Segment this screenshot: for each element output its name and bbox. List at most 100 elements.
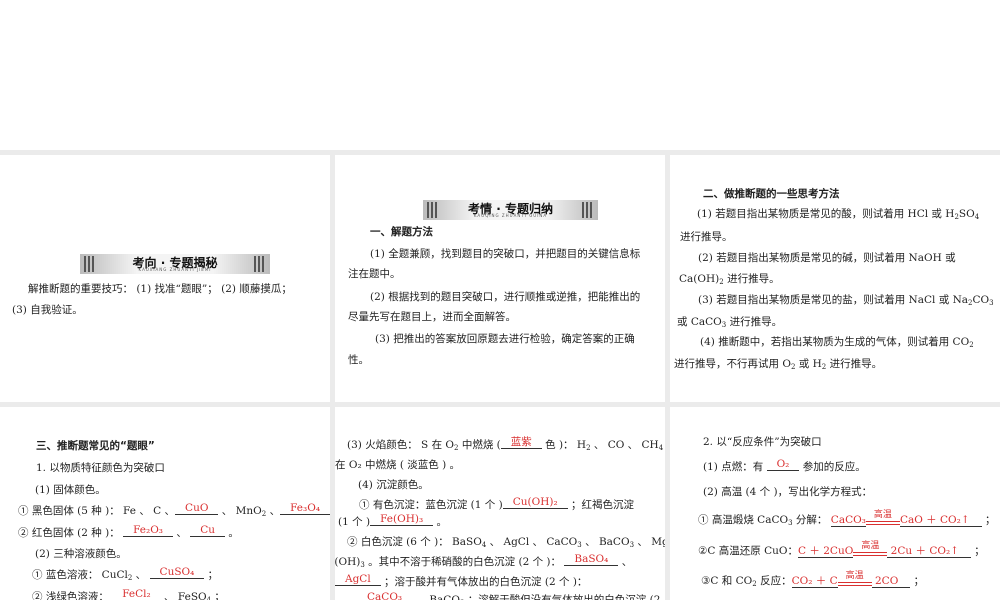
text-line: (1) 全题兼顾，找到题目的突破口，并把题目的关键信息标 — [370, 247, 640, 261]
section-heading: 一、解题方法 — [370, 225, 433, 239]
text-segment: 参加的反应。 — [799, 461, 866, 473]
text-line: ② 红色固体 (2 种 )： Fe₂O₃ 、 Cu 。 — [18, 524, 239, 540]
text-line: ① 蓝色溶液： CuCl2 、 CuSO₄ ； — [32, 566, 219, 585]
text-segment: 三、推断题常见的“题眼” — [36, 440, 155, 452]
slide-panel-4[interactable]: 三、推断题常见的“题眼” 1. 以物质特征颜色为突破口 (1) 固体颜色。 ① … — [0, 407, 330, 600]
text-line: AgCl ；溶于酸并有气体放出的白色沉淀 (2 个 )： — [335, 573, 588, 589]
reaction-condition: 高温 — [866, 511, 900, 525]
text-line: 解推断题的重要技巧： (1) 找准“题眼”； (2) 顺藤摸瓜； — [28, 282, 292, 296]
text-segment: 进行推导。 — [826, 358, 883, 370]
text-segment: 性。 — [348, 354, 369, 366]
text-line: 或 CaCO3 进行推导。 — [677, 315, 782, 332]
text-segment: ③C 和 CO — [701, 575, 753, 587]
subscript: 3 — [989, 299, 994, 307]
text-segment: (3) 把推出的答案放回原题去进行检验，确定答案的正确 — [375, 333, 635, 345]
section-heading: 三、推断题常见的“题眼” — [36, 439, 155, 453]
text-segment: (1) 点燃：有 — [703, 461, 767, 473]
text-segment: 反应： — [756, 575, 792, 587]
text-line: 性。 — [348, 353, 369, 367]
text-segment: ； — [204, 569, 219, 581]
text-segment: ① 高温煅烧 CaCO — [698, 514, 789, 526]
answer-fill: Fe(OH)₃ — [370, 513, 434, 526]
text-segment: (1) 全题兼顾，找到题目的突破口，并把题目的关键信息标 — [370, 248, 641, 260]
text-segment: (2) 高温 (4 个 )，写出化学方程式： — [703, 486, 873, 498]
text-segment: 。 — [433, 516, 447, 528]
answer-fill: Cu(OH)₂ — [502, 496, 568, 509]
section-banner: 考情 · 专题归纳 KAOQING ZHUANTI GUINA — [423, 200, 598, 220]
text-segment: CO — [972, 294, 990, 306]
answer-fill: Fe₂O₃ — [123, 524, 174, 537]
text-line: 1. 以物质特征颜色为突破口 — [36, 461, 165, 475]
text-segment: (2) 若题目指出某物质是常见的碱，则试着用 NaOH 或 — [698, 252, 956, 264]
text-line: 进行推导，不行再试用 O2 或 H2 进行推导。 — [674, 357, 882, 374]
slide-panel-3[interactable]: 二、做推断题的一些思考方法 (1) 若题目指出某物质是常见的酸，则试着用 HCl… — [670, 155, 1000, 402]
text-line: 进行推导。 — [680, 230, 733, 244]
text-segment: 、 BaCO — [412, 594, 460, 600]
text-line: (1) 若题目指出某物质是常见的酸，则试着用 HCl 或 H2SO4 — [697, 207, 979, 224]
text-line: ② 浅绿色溶液： FeCl₂ 、 FeSO4 ； — [32, 588, 225, 600]
text-segment: 、 — [618, 556, 633, 568]
text-segment: 或 CaCO — [677, 316, 722, 328]
subscript: 2 — [969, 341, 974, 349]
text-line: (2) 三种溶液颜色。 — [35, 547, 127, 561]
answer-fill: CaO ＋ CO₂↑ — [899, 514, 982, 527]
text-line: ① 高温煅烧 CaCO3 分解： CaCO₃ 高温 CaO ＋ CO₂↑ ； — [698, 511, 996, 531]
text-segment: (3) 火焰颜色： S 在 O — [347, 439, 455, 451]
text-segment: ② 白色沉淀 (6 个 )： BaSO — [347, 536, 482, 548]
text-segment: 或 H — [795, 358, 822, 370]
text-segment: 中燃烧 ( — [458, 439, 501, 451]
text-segment: ① 黑色固体 (5 种 )： Fe 、 C 、 — [18, 505, 176, 517]
text-segment: (4) 推断题中，若指出某物质为生成的气体，则试着用 CO — [700, 336, 970, 348]
subscript: 4 — [658, 444, 664, 452]
slide-panel-6[interactable]: 2. 以“反应条件”为突破口 (1) 点燃：有 O₂ 参加的反应。 (2) 高温… — [670, 407, 1000, 600]
text-line: Ca(OH)2 进行推导。 — [679, 272, 780, 289]
text-segment: ；溶于酸并有气体放出的白色沉淀 (2 个 )： — [380, 576, 588, 588]
text-line: (1) 固体颜色。 — [35, 483, 106, 497]
text-segment: (4) 沉淀颜色。 — [358, 479, 429, 491]
answer-fill: O₂ — [766, 458, 800, 471]
text-line: (3) 若题目指出某物质是常见的盐，则试着用 NaCl 或 Na2CO3 — [698, 293, 994, 310]
text-segment: (1) 若题目指出某物质是常见的酸，则试着用 HCl 或 H — [697, 208, 955, 220]
text-segment: (1) 固体颜色。 — [35, 484, 106, 496]
text-segment: 进行推导。 — [723, 273, 780, 285]
text-segment: (2) 三种溶液颜色。 — [35, 548, 127, 560]
text-segment: 进行推导。 — [726, 316, 783, 328]
section-banner: 考向 · 专题揭秘 KAOXIANG ZHUANTI JIEMI — [80, 254, 270, 274]
text-segment: 、 AgCl 、 CaCO — [486, 536, 578, 548]
text-segment: (1 个 ) — [338, 516, 371, 528]
text-line: (3) 火焰颜色： S 在 O2 中燃烧 (蓝紫 色 )： H2 、 CO 、 … — [347, 436, 664, 455]
answer-fill: 2CO — [871, 575, 911, 588]
text-segment: l(OH) — [335, 556, 361, 568]
answer-fill: CaCO₃ — [830, 514, 866, 527]
text-line: 在 O₂ 中燃烧 ( 淡蓝色 ) 。 — [335, 458, 460, 472]
text-segment: 2. 以“反应条件”为突破口 — [703, 436, 822, 448]
slide-panel-1[interactable]: 考向 · 专题揭秘 KAOXIANG ZHUANTI JIEMI 解推断题的重要… — [0, 155, 330, 402]
text-segment: 、 CO 、 CH — [590, 439, 659, 451]
answer-fill: 2Cu ＋ CO₂↑ — [887, 545, 971, 558]
text-segment: ②C 高温还原 CuO： — [698, 545, 799, 557]
slide-panel-5[interactable]: (3) 火焰颜色： S 在 O2 中燃烧 (蓝紫 色 )： H2 、 CO 、 … — [335, 407, 665, 600]
text-line: ③C 和 CO2 反应：CO₂ ＋ C 高温 2CO ； — [701, 572, 924, 592]
slide-panel-2[interactable]: 考情 · 专题归纳 KAOQING ZHUANTI GUINA 一、解题方法 (… — [335, 155, 665, 402]
text-segment: 、 Mg(OH) — [637, 536, 665, 548]
text-line: (2) 根据找到的题目突破口，进行顺推或逆推，把能推出的 — [370, 290, 640, 304]
text-segment: 分解： — [792, 514, 831, 526]
text-segment: 。 — [225, 527, 239, 539]
answer-fill: CuSO₄ — [149, 566, 205, 579]
text-line: (1 个 ) Fe(OH)₃ 。 — [338, 513, 447, 529]
text-segment: ；溶解于酸但没有气体放出的白色沉淀 (2 — [464, 594, 661, 600]
text-line: ② 白色沉淀 (6 个 )： BaSO4 、 AgCl 、 CaCO3 、 Ba… — [347, 535, 665, 552]
text-line: l(OH)3 。其中不溶于稀硝酸的白色沉淀 (2 个 )： BaSO₄ 、 — [335, 553, 633, 572]
text-line: (3) 自我验证。 — [12, 303, 83, 317]
text-segment: 、 BaCO — [581, 536, 630, 548]
subscript: 4 — [974, 213, 980, 221]
text-segment: ；红褐色沉淀 — [567, 499, 635, 511]
text-segment: (3) 若题目指出某物质是常见的盐，则试着用 NaCl 或 Na — [698, 294, 969, 306]
text-line: (4) 推断题中，若指出某物质为生成的气体，则试着用 CO2 — [700, 335, 974, 352]
text-segment: (3) 自我验证。 — [12, 304, 83, 316]
answer-fill: Fe₃O₄ — [280, 502, 330, 515]
answer-fill: Cu — [190, 524, 225, 537]
text-segment: 、 — [132, 569, 150, 581]
text-segment: Ca(OH) — [679, 273, 720, 285]
answer-fill: CuO — [175, 502, 219, 515]
